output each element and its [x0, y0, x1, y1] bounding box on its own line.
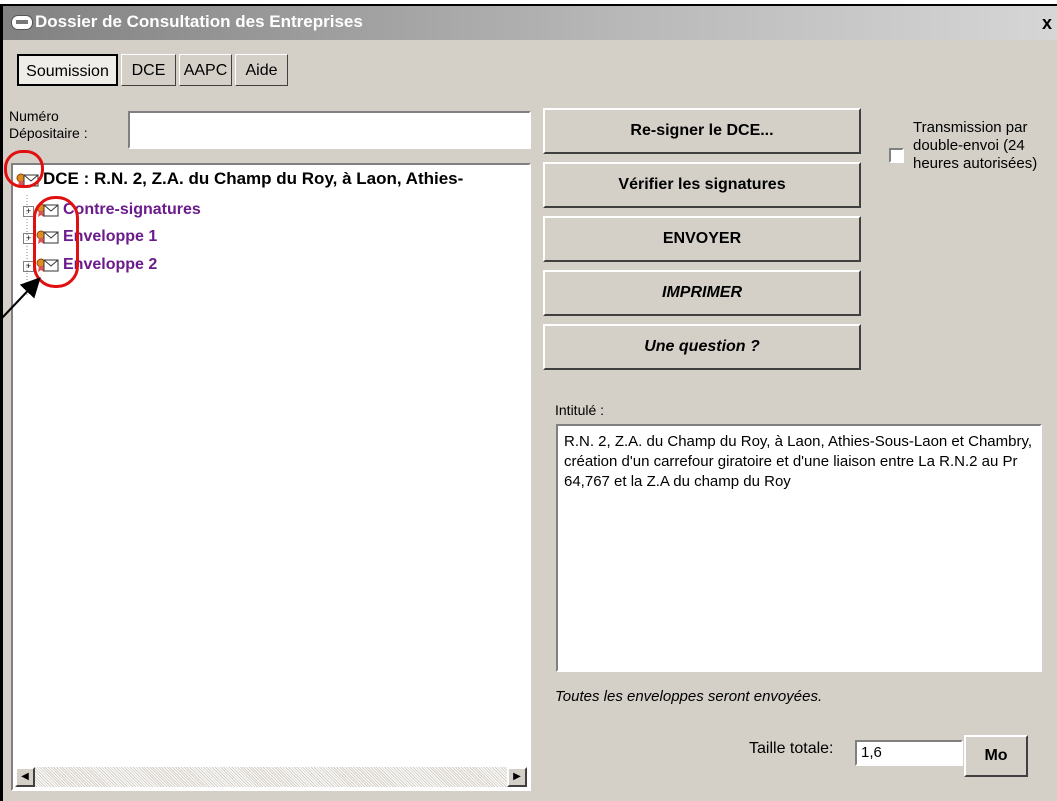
transmission-label-3: heures autorisées) [913, 155, 1038, 172]
depositaire-label-2: Dépositaire : [9, 125, 88, 141]
notice-text: Toutes les enveloppes seront envoyées. [555, 688, 823, 705]
app-icon [11, 15, 33, 30]
tab-aapc[interactable]: AAPC [179, 54, 232, 86]
annotation-arrow-icon [1, 277, 41, 319]
tab-aide[interactable]: Aide [235, 54, 288, 86]
scroll-left-icon[interactable]: ◀ [15, 767, 35, 787]
size-label: Taille totale: [749, 740, 834, 757]
question-button[interactable]: Une question ? [543, 324, 861, 370]
verify-signatures-button[interactable]: Vérifier les signatures [543, 162, 861, 208]
annotation-circle [4, 150, 44, 188]
close-icon[interactable]: x [1037, 14, 1057, 34]
resign-dce-button[interactable]: Re-signer le DCE... [543, 108, 861, 154]
signature-tree[interactable]: DCE : R.N. 2, Z.A. du Champ du Roy, à La… [11, 163, 531, 791]
intitule-label: Intitulé : [555, 402, 605, 418]
title-bar[interactable]: Dossier de Consultation des Entreprises … [3, 6, 1057, 40]
intitule-textarea[interactable]: R.N. 2, Z.A. du Champ du Roy, à Laon, At… [556, 424, 1042, 672]
horizontal-scrollbar[interactable]: ◀ ▶ [15, 767, 527, 787]
depositaire-input[interactable] [128, 111, 531, 149]
transmission-label-1: Transmission par [913, 119, 1028, 136]
size-input[interactable]: 1,6 [855, 740, 963, 766]
tab-soumission[interactable]: Soumission [17, 54, 118, 86]
dce-window: Dossier de Consultation des Entreprises … [0, 4, 1057, 801]
tab-dce[interactable]: DCE [121, 54, 176, 86]
print-button[interactable]: IMPRIMER [543, 270, 861, 316]
depositaire-label-1: Numéro [9, 108, 59, 124]
window-title: Dossier de Consultation des Entreprises [35, 12, 363, 31]
double-send-checkbox[interactable] [889, 148, 904, 163]
tree-connector-lines [26, 195, 28, 295]
send-button[interactable]: ENVOYER [543, 216, 861, 262]
transmission-label-2: double-envoi (24 [913, 137, 1025, 154]
scroll-right-icon[interactable]: ▶ [507, 767, 527, 787]
unit-mo-button[interactable]: Mo [964, 735, 1028, 777]
